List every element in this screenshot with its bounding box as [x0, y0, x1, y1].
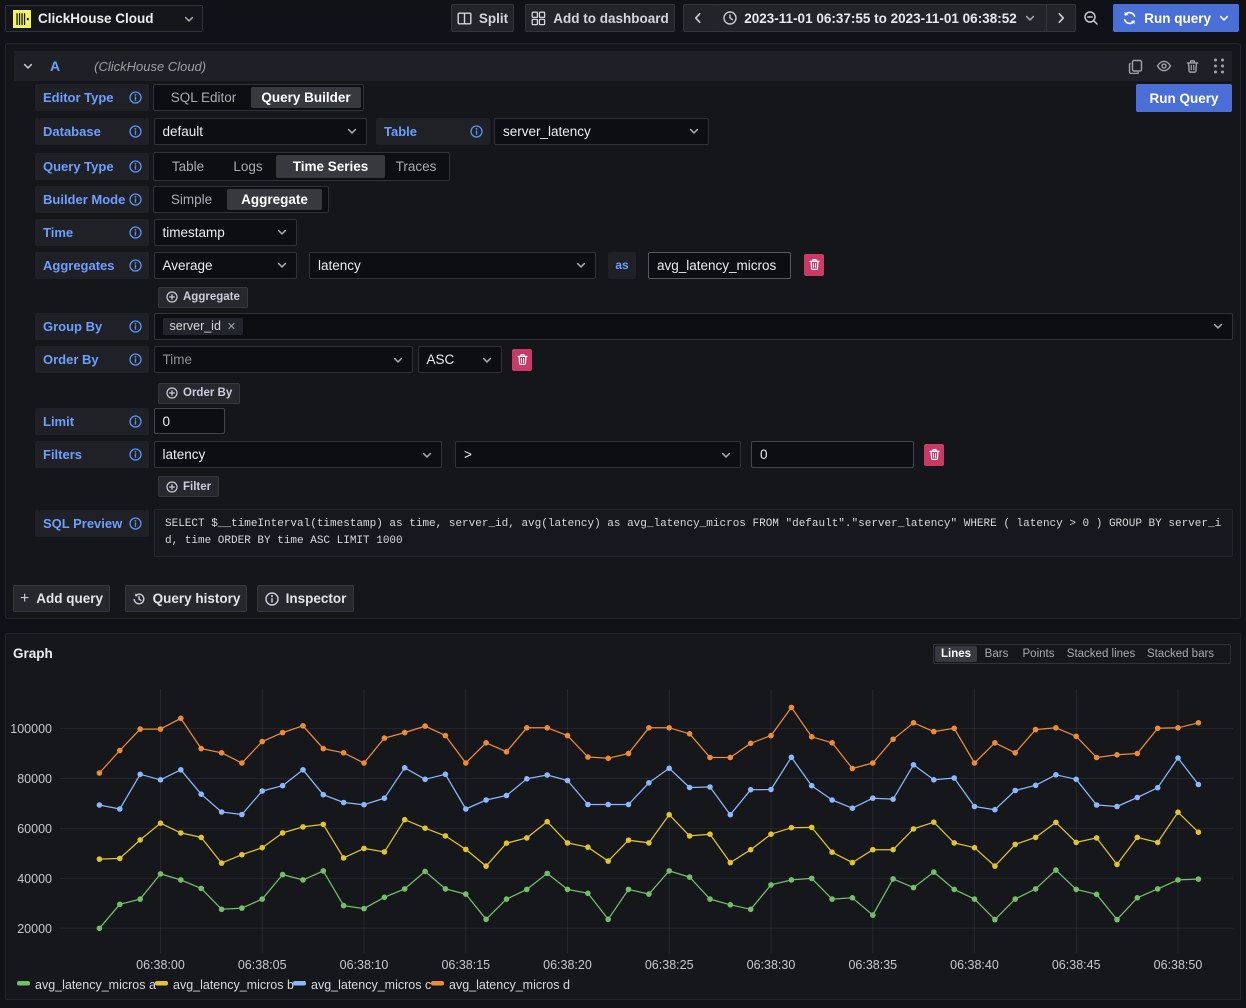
svg-text:06:38:00: 06:38:00 [136, 958, 185, 972]
svg-text:100000: 100000 [10, 722, 52, 736]
svg-text:avg_latency_micros b: avg_latency_micros b [173, 978, 294, 992]
svg-text:avg_latency_micros a: avg_latency_micros a [35, 978, 156, 992]
svg-text:06:38:50: 06:38:50 [1154, 958, 1203, 972]
svg-text:20000: 20000 [17, 922, 52, 936]
svg-text:avg_latency_micros c: avg_latency_micros c [311, 978, 431, 992]
svg-text:06:38:40: 06:38:40 [950, 958, 999, 972]
svg-text:06:38:20: 06:38:20 [543, 958, 592, 972]
svg-text:06:38:15: 06:38:15 [441, 958, 490, 972]
svg-text:06:38:25: 06:38:25 [645, 958, 694, 972]
svg-text:06:38:35: 06:38:35 [848, 958, 897, 972]
svg-text:06:38:05: 06:38:05 [238, 958, 287, 972]
svg-text:40000: 40000 [17, 872, 52, 886]
svg-text:avg_latency_micros d: avg_latency_micros d [449, 978, 570, 992]
svg-text:06:38:30: 06:38:30 [747, 958, 796, 972]
svg-text:60000: 60000 [17, 822, 52, 836]
svg-text:06:38:45: 06:38:45 [1052, 958, 1101, 972]
svg-text:80000: 80000 [17, 772, 52, 786]
svg-text:06:38:10: 06:38:10 [340, 958, 389, 972]
